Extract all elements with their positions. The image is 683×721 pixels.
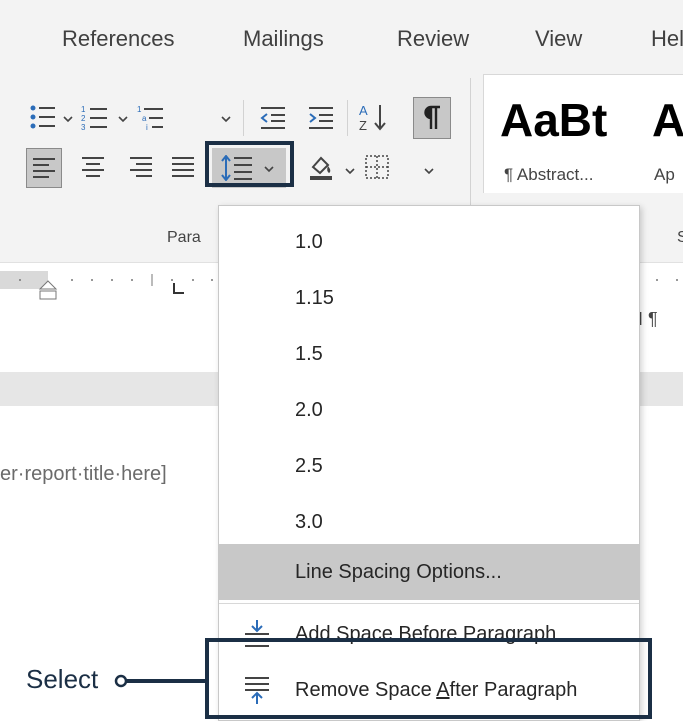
style-name-next[interactable]: Ap <box>654 165 675 185</box>
styles-gallery: AaBt ¶ Abstract... A Ap <box>483 74 683 193</box>
tab-view[interactable]: View <box>535 26 582 52</box>
spacing-option-label: 1.5 <box>295 342 323 365</box>
show-formatting-marks-icon[interactable] <box>413 97 451 139</box>
svg-text:1: 1 <box>137 105 142 114</box>
styles-group-label: S <box>677 229 683 246</box>
tab-review[interactable]: Review <box>397 26 469 52</box>
spacing-option-label: 2.0 <box>295 398 323 421</box>
spacing-option-2-0[interactable]: 2.0 <box>219 382 639 438</box>
menu-divider <box>219 603 639 604</box>
spacing-option-label: 2.5 <box>295 454 323 477</box>
style-sample-next[interactable]: A <box>652 93 683 147</box>
bullets-icon[interactable] <box>28 100 58 134</box>
spacing-option-2-5[interactable]: 2.5 <box>219 438 639 494</box>
chevron-down-icon[interactable] <box>345 166 355 176</box>
svg-text:2: 2 <box>81 114 86 123</box>
divider <box>347 100 348 136</box>
chevron-down-icon[interactable] <box>63 114 73 124</box>
increase-indent-icon[interactable] <box>306 100 336 134</box>
svg-text:i: i <box>146 123 148 130</box>
document-text[interactable]: er·report·title·here] <box>0 463 167 486</box>
spacing-option-label: 1.15 <box>295 286 334 309</box>
paragraph-group-label: Para <box>167 229 201 246</box>
svg-text:Z: Z <box>359 118 367 132</box>
callout-label: Select <box>26 664 99 694</box>
style-sample-abstract[interactable]: AaBt <box>500 93 607 147</box>
align-left-icon[interactable] <box>26 148 62 188</box>
line-spacing-options-item[interactable]: Line Spacing Options... <box>219 544 639 600</box>
line-spacing-highlight <box>205 141 294 187</box>
ribbon-tabs: References Mailings Review View Hel <box>0 0 683 80</box>
shading-icon[interactable] <box>306 150 336 184</box>
spacing-option-3-0[interactable]: 3.0 <box>219 494 639 550</box>
svg-text:a: a <box>142 114 147 123</box>
tab-references[interactable]: References <box>62 26 175 52</box>
svg-text:A: A <box>359 103 368 118</box>
divider <box>243 100 244 136</box>
multilevel-list-icon[interactable]: 1ai <box>136 100 166 134</box>
remove-space-highlight <box>205 638 652 719</box>
tab-mailings[interactable]: Mailings <box>243 26 324 52</box>
chevron-down-icon[interactable] <box>424 166 434 176</box>
spacing-option-1-15[interactable]: 1.15 <box>219 270 639 326</box>
borders-icon[interactable] <box>362 150 392 184</box>
decrease-indent-icon[interactable] <box>258 100 288 134</box>
spacing-option-1-0[interactable]: 1.0 <box>219 214 639 270</box>
chevron-down-icon[interactable] <box>221 114 231 124</box>
align-center-icon[interactable] <box>78 150 108 184</box>
chevron-down-icon[interactable] <box>118 114 128 124</box>
sort-icon[interactable]: AZ <box>358 100 388 134</box>
align-right-icon[interactable] <box>126 150 156 184</box>
justify-icon[interactable] <box>168 150 198 184</box>
style-name-abstract[interactable]: ¶ Abstract... <box>504 165 593 185</box>
svg-text:I ¶: I ¶ <box>638 309 658 327</box>
numbering-icon[interactable]: 123 <box>80 100 110 134</box>
svg-text:1: 1 <box>81 105 86 114</box>
spacing-option-label: 1.0 <box>295 230 323 253</box>
svg-text:3: 3 <box>81 123 86 130</box>
spacing-option-label: 3.0 <box>295 510 323 533</box>
line-spacing-options-label: Line Spacing Options... <box>295 560 502 583</box>
spacing-option-1-5[interactable]: 1.5 <box>219 326 639 382</box>
tab-help[interactable]: Hel <box>651 26 683 52</box>
callout-connector-icon <box>114 674 208 688</box>
